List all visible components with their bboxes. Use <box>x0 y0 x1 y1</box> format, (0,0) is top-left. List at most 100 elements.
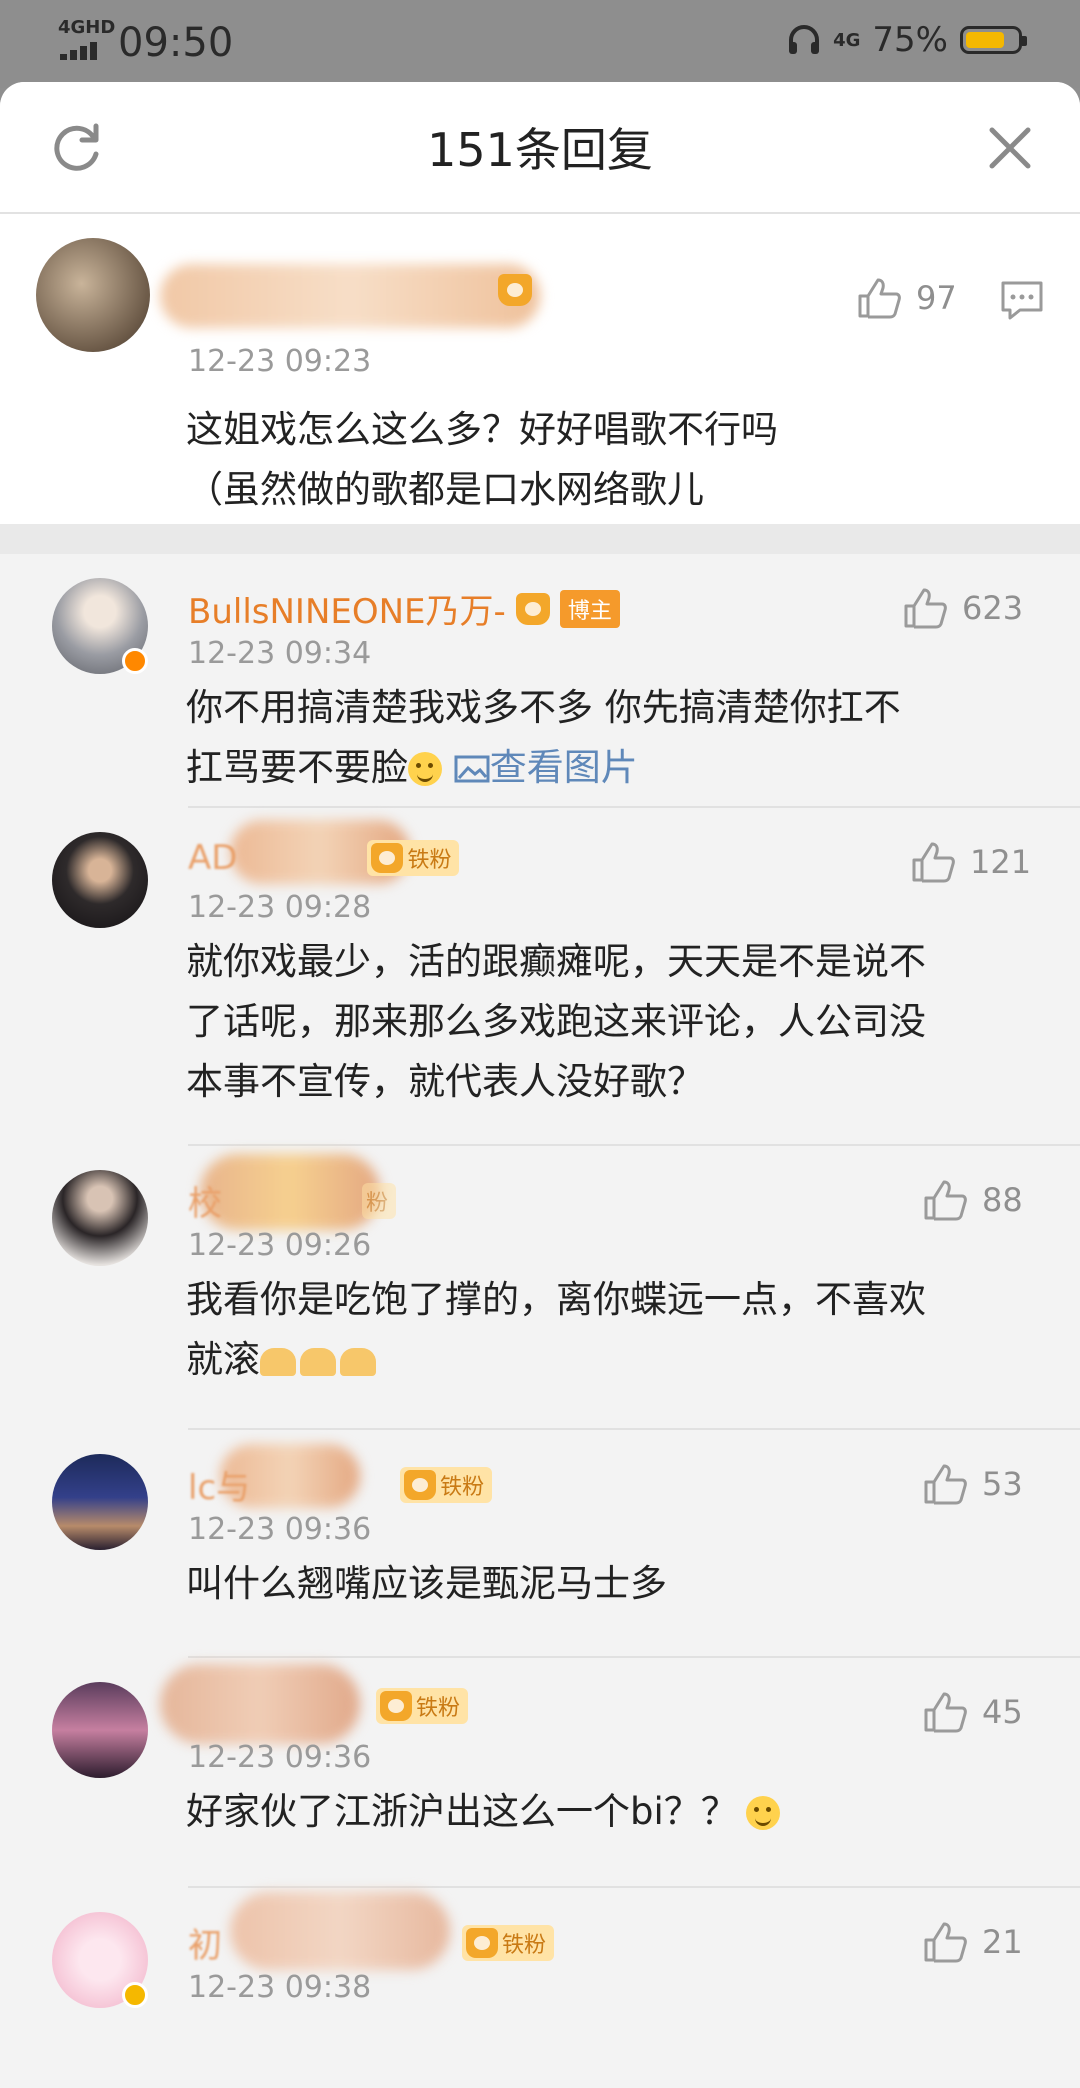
reply-text: 你不用搞清楚我戏多不多 你先搞清楚你扛不 扛骂要不要脸 查看图片 <box>186 678 901 798</box>
battery-percent: 75% <box>872 20 948 60</box>
comment-time: 12-23 09:23 <box>188 344 372 379</box>
fan-badge: 铁粉 <box>462 1924 555 1961</box>
reply-line-with-emoji: 好家伙了江浙沪出这么一个bi？？ <box>186 1782 780 1842</box>
name-row: 校 粉 <box>188 1176 397 1225</box>
comment-text: 这姐戏怎么这么多？好好唱歌不行吗 （虽然做的歌都是口水网络歌儿 <box>186 400 778 520</box>
view-image-link[interactable]: 查看图片 <box>454 746 638 789</box>
username[interactable]: AD <box>188 838 237 878</box>
username[interactable]: 初 <box>188 1918 222 1967</box>
reply-line: 了话呢，那来那么多戏跑这来评论，人公司没 <box>186 1000 926 1043</box>
like-count: 121 <box>970 843 1032 881</box>
reply-line: 好家伙了江浙沪出这么一个bi？？ <box>186 1790 738 1833</box>
reply-item: 校 粉 12-23 09:26 88 我看你是吃饱了撑的，离你蝶远一点，不喜欢 … <box>0 1146 1080 1430</box>
reply-time: 12-23 09:36 <box>188 1740 372 1775</box>
like-button[interactable]: 97 <box>856 276 957 320</box>
fan-badge-label: 铁粉 <box>440 1474 485 1500</box>
comment-line: 这姐戏怎么这么多？好好唱歌不行吗 <box>186 408 778 451</box>
battery-icon <box>960 26 1027 54</box>
reply-line: 就你戏最少，活的跟癫瘫呢，天天是不是说不 <box>186 940 926 983</box>
reply-item: lc与 铁粉 12-23 09:36 53 叫什么翘嘴应该是甄泥马士多 <box>0 1430 1080 1658</box>
avatar[interactable] <box>52 578 148 674</box>
verified-icon <box>122 1982 148 2008</box>
reply-line: 你不用搞清楚我戏多不多 你先搞清楚你扛不 <box>186 686 901 729</box>
image-icon <box>454 755 490 783</box>
avatar[interactable] <box>52 1170 148 1266</box>
fan-crown-icon <box>466 1927 498 1958</box>
clap-emoji-icon <box>300 1348 336 1376</box>
awkward-emoji-icon <box>745 1796 780 1830</box>
like-button[interactable]: 21 <box>922 1920 1023 1964</box>
fan-badge-label: 粉 <box>366 1190 389 1216</box>
name-row: 初 铁粉 <box>188 1918 555 1967</box>
reply-item: AD 铁粉 12-23 09:28 121 就你戏最少，活的跟癫瘫呢，天天是不是… <box>0 808 1080 1146</box>
reply-time: 12-23 09:28 <box>188 890 372 925</box>
like-count: 21 <box>982 1923 1023 1961</box>
reply-time: 12-23 09:34 <box>188 636 372 671</box>
thumb-up-icon <box>924 1464 967 1505</box>
like-count: 88 <box>982 1181 1023 1219</box>
username-redaction <box>160 1664 360 1744</box>
avatar[interactable] <box>52 1682 148 1778</box>
page-title: 151条回复 <box>427 123 653 177</box>
clock: 09:50 <box>118 20 234 66</box>
avatar[interactable] <box>52 832 148 928</box>
fan-badge: 粉 <box>362 1182 397 1219</box>
fan-badge-label: 铁粉 <box>416 1696 461 1721</box>
username[interactable]: BullsNINEONE乃万- <box>188 584 506 633</box>
close-icon[interactable] <box>988 126 1032 170</box>
avatar[interactable] <box>52 1454 148 1550</box>
network-type: 4GHD <box>58 17 116 38</box>
thumb-up-icon <box>858 278 901 319</box>
like-button[interactable]: 623 <box>902 586 1023 630</box>
reply-time: 12-23 09:36 <box>188 1512 372 1547</box>
reply-text: 就你戏最少，活的跟癫瘫呢，天天是不是说不 了话呢，那来那么多戏跑这来评论，人公司… <box>186 932 926 1112</box>
fan-crown-icon <box>380 1691 412 1721</box>
reply-line-with-link: 扛骂要不要脸 查看图片 <box>186 738 901 798</box>
reply-item: 初 铁粉 12-23 09:38 21 <box>0 1888 1080 2088</box>
like-button[interactable]: 45 <box>922 1690 1023 1734</box>
like-button[interactable]: 88 <box>922 1178 1023 1222</box>
thumb-up-icon <box>904 588 947 629</box>
avatar[interactable] <box>36 238 150 352</box>
fan-level-icon <box>498 274 532 306</box>
comment-icon[interactable] <box>1000 280 1044 322</box>
reply-line: 本事不宣传，就代表人没好歌？ <box>186 1060 704 1103</box>
headphones-icon <box>789 25 820 54</box>
avatar[interactable] <box>52 1912 148 2008</box>
fan-badge: 铁粉 <box>400 1466 493 1503</box>
clap-emoji-icon <box>340 1348 376 1376</box>
username[interactable]: lc与 <box>188 1460 250 1509</box>
username-redaction <box>160 264 540 328</box>
sheet-header: 151条回复 <box>0 82 1080 214</box>
reply-line: 我看你是吃饱了撑的，离你蝶远一点，不喜欢 <box>186 1278 926 1321</box>
fan-badge: 铁粉 <box>367 840 460 876</box>
name-row: BullsNINEONE乃万- 博主 <box>188 584 620 633</box>
name-row: 铁粉 <box>366 1688 469 1724</box>
reply-time: 12-23 09:38 <box>188 1970 372 2005</box>
smile-emoji-icon <box>408 752 442 786</box>
thumb-up-icon <box>924 1180 967 1221</box>
like-button[interactable]: 53 <box>922 1462 1023 1506</box>
like-count: 53 <box>982 1465 1023 1503</box>
reply-item: 铁粉 12-23 09:36 45 好家伙了江浙沪出这么一个bi？？ <box>0 1658 1080 1888</box>
section-divider <box>0 524 1080 554</box>
reply-text: 我看你是吃饱了撑的，离你蝶远一点，不喜欢 就滚 <box>186 1270 926 1390</box>
fan-badge-label: 铁粉 <box>502 1932 547 1958</box>
username[interactable]: 校 <box>188 1176 222 1225</box>
clap-emoji-icon <box>260 1348 296 1376</box>
network-4g: 4G <box>833 29 861 51</box>
fan-crown-icon <box>404 1469 437 1500</box>
name-row: AD 铁粉 <box>188 838 460 878</box>
battery-fill <box>966 32 1004 48</box>
view-image-label: 查看图片 <box>489 746 638 789</box>
reply-line-with-emoji: 就滚 <box>186 1330 926 1390</box>
fan-crown-icon <box>371 843 404 873</box>
reply-line: 叫什么翘嘴应该是甄泥马士多 <box>186 1562 667 1605</box>
like-count: 45 <box>982 1693 1023 1731</box>
signal-icon <box>60 40 102 60</box>
fan-level-icon <box>515 592 550 625</box>
verified-icon <box>122 648 148 674</box>
like-button[interactable]: 121 <box>910 840 1031 884</box>
replies-sheet: 151条回复 12-23 09:23 97 这姐戏怎么这么多？好好唱歌不行吗 （… <box>0 82 1080 2088</box>
like-count: 623 <box>962 589 1024 627</box>
